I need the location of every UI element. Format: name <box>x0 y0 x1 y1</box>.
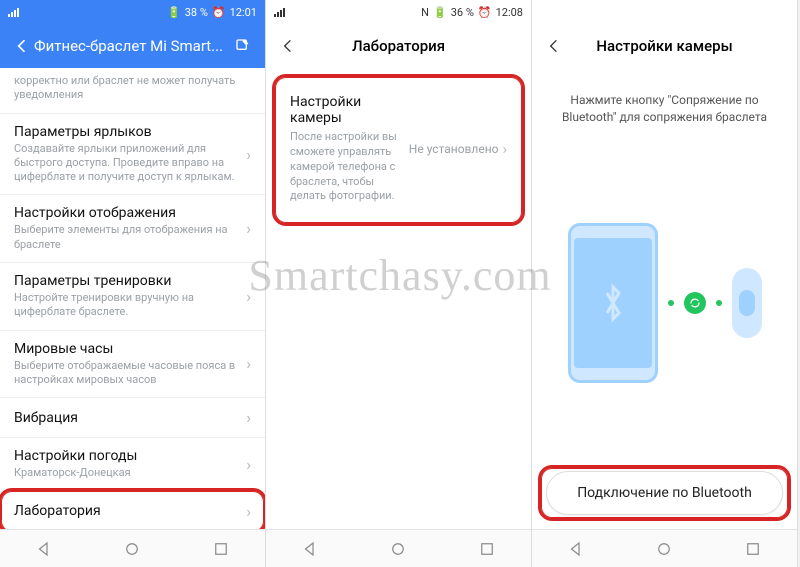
settings-list: корректно или браслет не может получать … <box>0 68 265 529</box>
list-item-worldclock[interactable]: Мировые часы Выберите отображаемые часов… <box>0 331 265 399</box>
square-recent-icon <box>212 540 230 558</box>
row-label: Лаборатория <box>14 503 240 519</box>
bluetooth-icon <box>599 283 627 323</box>
header: Лаборатория <box>266 24 531 68</box>
list-item-weather[interactable]: Настройки погоды Краматорск-Донецкая › <box>0 438 265 491</box>
chevron-left-icon <box>546 38 562 54</box>
phone-icon <box>568 223 658 383</box>
list-item-display[interactable]: Настройки отображения Выберите элементы … <box>0 195 265 263</box>
row-sub: Создавайте ярлыки приложений для быстрог… <box>14 142 240 185</box>
statusbar: N 🔋 36 % ⏰ 12:08 <box>266 0 531 24</box>
nav-recent[interactable] <box>744 540 762 558</box>
band-icon <box>732 268 762 338</box>
list-item-lab[interactable]: Лаборатория › <box>0 492 265 529</box>
nav-back[interactable] <box>301 540 319 558</box>
list-item-truncated[interactable]: корректно или браслет не может получать … <box>0 68 265 114</box>
edit-button[interactable] <box>231 38 255 54</box>
nav-home[interactable] <box>655 540 673 558</box>
list-item-shortcuts[interactable]: Параметры ярлыков Создавайте ярлыки прил… <box>0 114 265 196</box>
row-label: Вибрация <box>14 410 240 426</box>
row-label: Мировые часы <box>14 341 240 357</box>
back-button[interactable] <box>542 38 566 54</box>
chevron-left-icon <box>280 38 296 54</box>
pairing-illustration <box>532 136 797 471</box>
back-button[interactable] <box>10 38 34 54</box>
square-recent-icon <box>744 540 762 558</box>
signal-icon <box>274 7 285 17</box>
row-label: Настройки камеры <box>290 94 409 126</box>
row-sub: Выберите отображаемые часовые пояса в на… <box>14 359 240 388</box>
list-item-camera-settings[interactable]: Настройки камеры После настройки вы смож… <box>276 82 521 216</box>
android-navbar <box>0 529 265 567</box>
nav-home[interactable] <box>389 540 407 558</box>
triangle-back-icon <box>35 540 53 558</box>
page-title: Фитнес-браслет Mi Smart... <box>34 37 231 55</box>
chevron-right-icon: › <box>246 455 251 474</box>
triangle-back-icon <box>301 540 319 558</box>
android-navbar <box>532 529 797 567</box>
row-label: Параметры ярлыков <box>14 124 240 140</box>
circle-home-icon <box>655 540 673 558</box>
chevron-left-icon <box>14 38 30 54</box>
row-value: Не установлено <box>409 142 499 156</box>
battery-icon: 🔋 <box>167 6 181 19</box>
square-recent-icon <box>478 540 496 558</box>
row-label: Настройки погоды <box>14 448 240 464</box>
pairing-prompt: Нажмите кнопку "Сопряжение по Bluetooth"… <box>532 68 797 136</box>
row-sub: Настройте тренировки вручную на цифербла… <box>14 291 240 320</box>
chevron-right-icon: › <box>246 408 251 427</box>
chevron-right-icon: › <box>246 145 251 164</box>
header: Настройки камеры <box>532 24 797 68</box>
header: Фитнес-браслет Mi Smart... <box>0 24 265 68</box>
connect-bluetooth-button[interactable]: Подключение по Bluetooth <box>546 471 783 515</box>
dot-icon <box>668 300 674 306</box>
row-sub: Выберите элементы для отображения на бра… <box>14 223 240 252</box>
nfc-icon: N <box>421 6 429 19</box>
row-label: Параметры тренировки <box>14 273 240 289</box>
row-sub: корректно или браслет не может получать … <box>14 74 251 103</box>
nav-recent[interactable] <box>212 540 230 558</box>
chevron-right-icon: › <box>246 354 251 373</box>
nav-recent[interactable] <box>478 540 496 558</box>
list-item-workout[interactable]: Параметры тренировки Настройте тренировк… <box>0 263 265 331</box>
nav-back[interactable] <box>567 540 585 558</box>
page-title: Настройки камеры <box>566 37 763 55</box>
signal-icon <box>8 7 19 17</box>
clock: 12:08 <box>496 6 523 19</box>
screen-lab: N 🔋 36 % ⏰ 12:08 Лаборатория Настройки к… <box>266 0 532 567</box>
nav-home[interactable] <box>123 540 141 558</box>
list-item-vibration[interactable]: Вибрация › <box>0 398 265 438</box>
alarm-icon: ⏰ <box>478 6 492 19</box>
chevron-right-icon: › <box>246 219 251 238</box>
triangle-back-icon <box>567 540 585 558</box>
dot-icon <box>716 300 722 306</box>
alarm-icon: ⏰ <box>212 6 226 19</box>
row-label: Настройки отображения <box>14 205 240 221</box>
chevron-right-icon: › <box>246 502 251 521</box>
page-title: Лаборатория <box>300 37 497 55</box>
row-sub: После настройки вы сможете управлять кам… <box>290 130 409 204</box>
battery-icon: 🔋 <box>433 6 447 19</box>
android-navbar <box>266 529 531 567</box>
screen-device-settings: 🔋 38 % ⏰ 12:01 Фитнес-браслет Mi Smart..… <box>0 0 266 567</box>
nav-back[interactable] <box>35 540 53 558</box>
chevron-right-icon: › <box>502 140 507 158</box>
screen-camera-settings: Настройки камеры Нажмите кнопку "Сопряже… <box>532 0 798 567</box>
battery-percent: 38 % <box>185 6 208 19</box>
battery-percent: 36 % <box>451 6 474 19</box>
circle-home-icon <box>123 540 141 558</box>
statusbar: 🔋 38 % ⏰ 12:01 <box>0 0 265 24</box>
edit-icon <box>235 38 251 54</box>
back-button[interactable] <box>276 38 300 54</box>
button-label: Подключение по Bluetooth <box>577 485 752 501</box>
clock: 12:01 <box>230 6 257 19</box>
circle-home-icon <box>389 540 407 558</box>
sync-icon <box>684 292 706 314</box>
row-sub: Краматорск-Донецкая <box>14 466 240 480</box>
statusbar <box>532 0 797 24</box>
chevron-right-icon: › <box>246 287 251 306</box>
